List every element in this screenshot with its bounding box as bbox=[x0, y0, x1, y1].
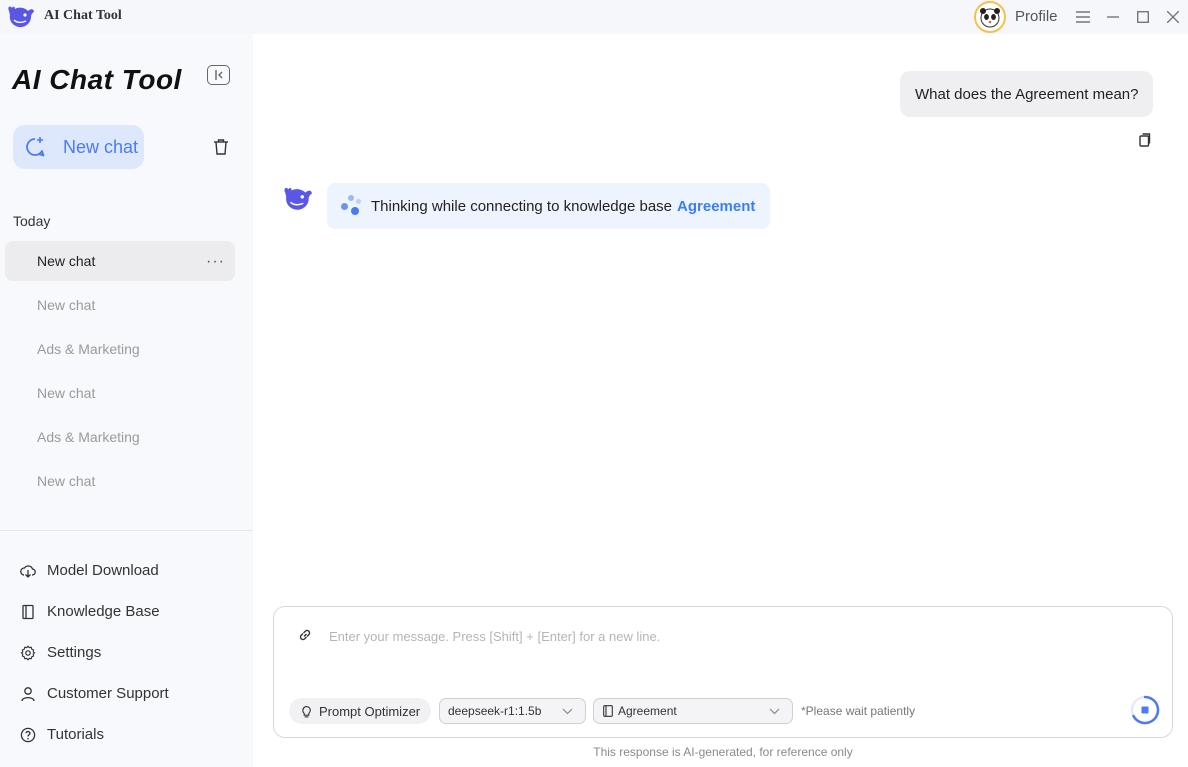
profile-label[interactable]: Profile bbox=[1015, 8, 1058, 25]
book-icon bbox=[603, 705, 613, 717]
minimize-button[interactable] bbox=[1103, 7, 1123, 27]
wait-note: *Please wait patiently bbox=[801, 704, 916, 718]
model-select[interactable]: deepseek-r1:1.5b bbox=[439, 698, 586, 724]
chevron-down-icon bbox=[769, 708, 780, 715]
message-input[interactable] bbox=[329, 625, 1109, 647]
prompt-optimizer-label: Prompt Optimizer bbox=[319, 703, 421, 719]
app-title: AI Chat Tool bbox=[44, 8, 122, 23]
chat-history-item[interactable]: New chat bbox=[5, 461, 235, 501]
chat-history-label: Ads & Marketing bbox=[37, 341, 140, 357]
nav-tutorials[interactable]: Tutorials bbox=[20, 714, 169, 755]
question-icon bbox=[20, 727, 36, 742]
bot-status-text: Thinking while connecting to knowledge b… bbox=[371, 197, 673, 215]
nav-label: Knowledge Base bbox=[47, 603, 160, 620]
knowledge-base-select-value: Agreement bbox=[618, 704, 677, 718]
cloud-download-icon bbox=[20, 564, 36, 578]
bot-status-kb-name: Agreement bbox=[677, 197, 756, 215]
trash-icon[interactable] bbox=[212, 138, 230, 156]
section-today-label: Today bbox=[13, 213, 51, 229]
panda-avatar-icon bbox=[980, 8, 1000, 28]
chat-history-item[interactable]: New chat bbox=[5, 285, 235, 325]
stop-generation-icon[interactable] bbox=[1130, 695, 1160, 725]
nav-label: Model Download bbox=[47, 562, 159, 579]
nav-customer-support[interactable]: Customer Support bbox=[20, 673, 169, 714]
sidebar: AI Chat Tool New chat Today New chat ···… bbox=[0, 34, 253, 767]
menu-icon bbox=[1076, 11, 1090, 23]
nav-model-download[interactable]: Model Download bbox=[20, 550, 169, 591]
whale-logo-icon bbox=[8, 6, 34, 28]
chat-history-list: New chat ··· New chat Ads & Marketing Ne… bbox=[5, 241, 235, 505]
bot-thinking-bubble: Thinking while connecting to knowledge b… bbox=[327, 183, 771, 229]
close-button[interactable] bbox=[1163, 7, 1183, 27]
chat-history-item[interactable]: Ads & Marketing bbox=[5, 417, 235, 457]
book-icon bbox=[22, 604, 34, 619]
nav-settings[interactable]: Settings bbox=[20, 632, 169, 673]
maximize-icon bbox=[1137, 11, 1149, 23]
knowledge-base-select[interactable]: Agreement bbox=[593, 698, 793, 724]
gear-icon bbox=[20, 644, 36, 661]
chat-history-label: Ads & Marketing bbox=[37, 429, 140, 445]
nav-knowledge-base[interactable]: Knowledge Base bbox=[20, 591, 169, 632]
chevron-down-icon bbox=[562, 708, 573, 715]
chat-history-item[interactable]: New chat bbox=[5, 373, 235, 413]
menu-button[interactable] bbox=[1073, 7, 1093, 27]
prompt-optimizer-button[interactable]: Prompt Optimizer bbox=[289, 698, 431, 724]
minimize-icon bbox=[1107, 16, 1119, 18]
title-bar: AI Chat Tool Profile bbox=[0, 0, 1188, 34]
new-chat-icon bbox=[26, 137, 45, 157]
sidebar-divider bbox=[0, 530, 253, 531]
profile-avatar[interactable] bbox=[974, 1, 1006, 33]
chat-history-item[interactable]: New chat ··· bbox=[5, 241, 235, 281]
close-icon bbox=[1167, 11, 1179, 23]
bot-whale-avatar-icon bbox=[284, 187, 312, 210]
chat-history-item[interactable]: Ads & Marketing bbox=[5, 329, 235, 369]
thinking-spinner-icon bbox=[341, 195, 363, 217]
new-chat-label: New chat bbox=[63, 136, 139, 157]
copy-icon[interactable] bbox=[1136, 132, 1152, 148]
user-message-text: What does the Agreement mean? bbox=[915, 85, 1139, 103]
chat-history-label: New chat bbox=[37, 297, 96, 313]
chat-history-label: New chat bbox=[37, 253, 96, 269]
ai-disclaimer: This response is AI-generated, for refer… bbox=[593, 745, 853, 759]
nav-label: Customer Support bbox=[47, 685, 169, 702]
chat-main: What does the Agreement mean? Thinking w… bbox=[253, 34, 1188, 767]
new-chat-button[interactable]: New chat bbox=[13, 125, 144, 169]
message-composer: Prompt Optimizer deepseek-r1:1.5b Agreem… bbox=[273, 606, 1173, 738]
attach-link-icon[interactable] bbox=[297, 627, 313, 643]
model-select-value: deepseek-r1:1.5b bbox=[448, 704, 542, 718]
person-icon bbox=[21, 686, 35, 701]
sidebar-nav: Model Download Knowledge Base Settings C… bbox=[20, 550, 169, 755]
maximize-button[interactable] bbox=[1133, 7, 1153, 27]
nav-label: Settings bbox=[47, 644, 102, 661]
nav-label: Tutorials bbox=[47, 726, 104, 743]
collapse-sidebar-button[interactable] bbox=[207, 65, 230, 85]
lightbulb-icon bbox=[302, 705, 311, 717]
chat-history-label: New chat bbox=[37, 473, 96, 489]
sidebar-brand: AI Chat Tool bbox=[12, 64, 182, 95]
more-options-icon[interactable]: ··· bbox=[206, 253, 225, 271]
user-message-bubble: What does the Agreement mean? bbox=[900, 71, 1154, 117]
collapse-left-icon bbox=[214, 70, 222, 80]
chat-history-label: New chat bbox=[37, 385, 96, 401]
